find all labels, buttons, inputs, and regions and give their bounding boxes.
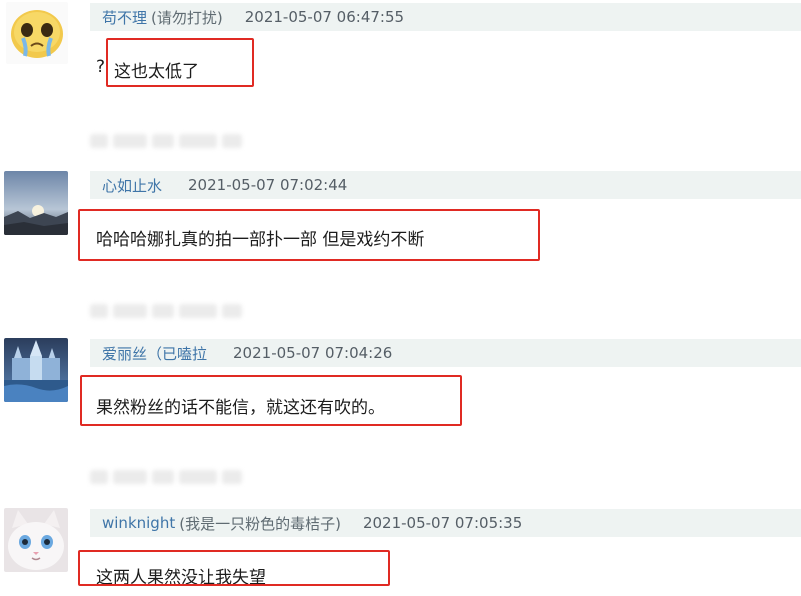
- user-note: (请勿打扰): [151, 8, 223, 27]
- highlight-box: [80, 375, 462, 426]
- comment-time: 2021-05-07 06:47:55: [244, 8, 405, 26]
- comment-time: 2021-05-07 07:05:35: [362, 514, 523, 532]
- username-link[interactable]: 心如止水: [102, 175, 162, 196]
- comment-time: 2021-05-07 07:04:26: [233, 344, 393, 362]
- highlight-box: [106, 38, 254, 87]
- comment-header: winknight (我是一只粉色的毒桔子) 2021-05-07 07:05:…: [90, 509, 801, 537]
- ice-castle-avatar-icon[interactable]: [4, 338, 68, 402]
- username-link[interactable]: 苟不理: [102, 7, 147, 28]
- highlight-box: [78, 550, 390, 586]
- comment-time: 2021-05-07 07:02:44: [188, 176, 348, 194]
- blurred-actions: [90, 304, 242, 318]
- comment-header: 心如止水 2021-05-07 07:02:44: [90, 171, 801, 199]
- landscape-sunset-avatar-icon[interactable]: [4, 171, 68, 235]
- comment-header: 苟不理 (请勿打扰) 2021-05-07 06:47:55: [90, 3, 801, 31]
- username-link[interactable]: 爱丽丝（已嗑拉: [102, 343, 207, 364]
- user-note: (我是一只粉色的毒桔子): [179, 514, 341, 533]
- username-link[interactable]: winknight: [102, 514, 175, 532]
- white-cat-avatar-icon[interactable]: [4, 508, 68, 572]
- comment-header: 爱丽丝（已嗑拉 2021-05-07 07:04:26: [90, 339, 801, 367]
- blurred-actions: [90, 134, 242, 148]
- comment-prefix: ?: [96, 57, 106, 77]
- crying-emoji-avatar-icon[interactable]: [6, 2, 68, 64]
- blurred-actions: [90, 470, 242, 484]
- highlight-box: [78, 209, 540, 261]
